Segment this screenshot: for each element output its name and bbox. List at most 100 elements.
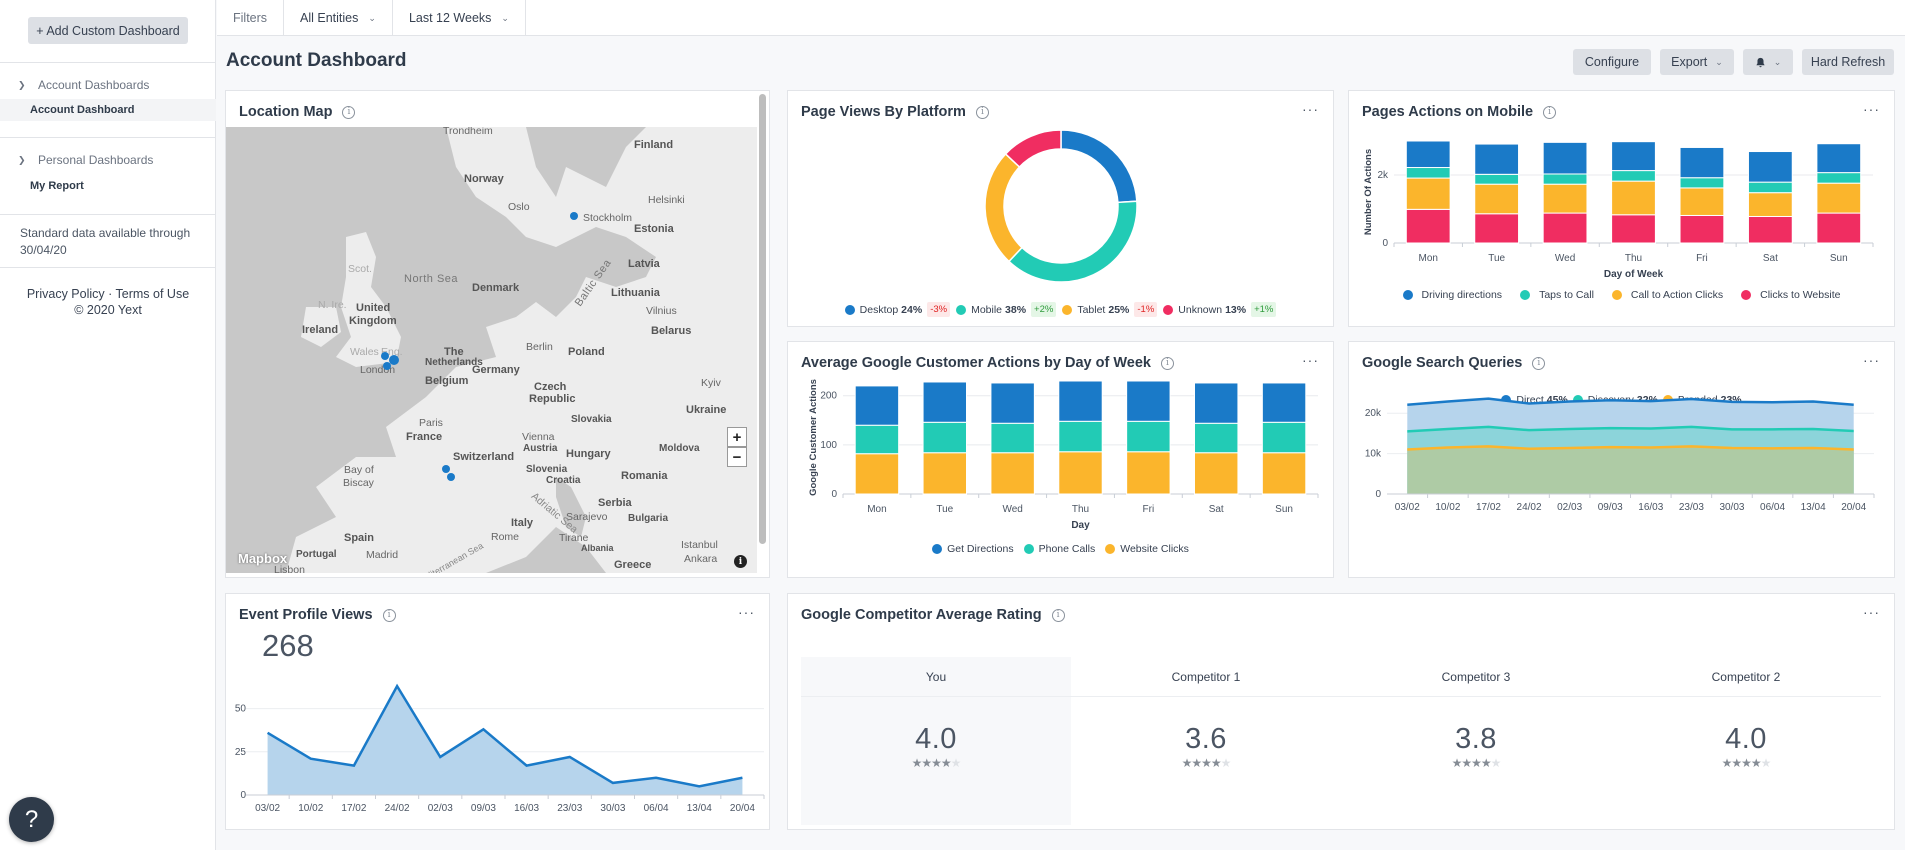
- legend-label: Phone Calls: [1038, 543, 1096, 555]
- bar-segment-get-directions: [1058, 380, 1103, 422]
- zoom-out-button[interactable]: −: [727, 447, 747, 467]
- personal-dashboards-toggle[interactable]: ❯ Personal Dashboards: [0, 148, 216, 172]
- bar-segment-taps-to-call: [1747, 181, 1793, 194]
- legend-label: Get Directions: [947, 543, 1014, 555]
- bar-segment-phone-calls: [1261, 421, 1307, 454]
- map-label: Paris: [419, 417, 443, 429]
- bell-icon: [1756, 57, 1765, 67]
- legend-item: Call to Action Clicks: [1611, 289, 1723, 301]
- map-label: Republic: [529, 393, 576, 405]
- legend-label: Taps to Call: [1539, 289, 1594, 301]
- x-tick-label: 16/03: [1638, 502, 1663, 513]
- info-icon[interactable]: i: [1051, 608, 1065, 622]
- bar-segment-taps-to-call: [1405, 167, 1451, 179]
- bar-segment-website-clicks: [1194, 452, 1239, 495]
- bar-segment-website-clicks: [990, 452, 1035, 495]
- chart-legend: Driving directions Taps to Call Call to Ac…: [1349, 289, 1894, 301]
- legend-item: Get Directions: [932, 543, 1014, 555]
- legend-dot: [956, 304, 967, 315]
- card-title: Google Competitor Average Rating i: [801, 607, 1065, 623]
- area-fill: [267, 686, 743, 795]
- star-filled-icon: ★: [931, 756, 942, 770]
- star-rating: ★★★★★: [1071, 756, 1341, 770]
- bar-segment-clicks-to-website: [1679, 214, 1725, 244]
- rating-column: You 4.0 ★★★★★: [801, 657, 1071, 825]
- star-filled-icon: ★: [1451, 756, 1463, 770]
- attribution-info-icon[interactable]: i: [734, 555, 747, 568]
- bar-segment-taps-to-call: [1679, 177, 1725, 189]
- y-tick-label: 100: [820, 440, 837, 451]
- more-options-icon[interactable]: ···: [1863, 604, 1880, 620]
- page-title: Account Dashboard: [226, 50, 407, 71]
- rating-column: Competitor 1 3.6 ★★★★★: [1071, 657, 1341, 825]
- bar-segment-driving-directions: [1542, 141, 1588, 175]
- legend-item: Unknown 13% +1%: [1163, 302, 1277, 317]
- alerts-button[interactable]: ⌄: [1743, 49, 1793, 75]
- x-tick-label: 09/03: [1598, 502, 1623, 513]
- location-pin[interactable]: [442, 465, 450, 473]
- competitor-name: Competitor 2: [1611, 657, 1881, 697]
- date-range-filter[interactable]: Last 12 Weeks ⌄: [393, 0, 526, 36]
- mapbox-logo[interactable]: Mapbox: [238, 551, 287, 566]
- x-tick-label: 09/03: [471, 803, 496, 814]
- scrollbar[interactable]: [759, 94, 766, 544]
- legend-item: Desktop 24% -3%: [844, 302, 951, 317]
- data-availability: Standard data available through 30/04/20: [0, 214, 216, 267]
- legend-label: Mobile: [971, 303, 1003, 316]
- entities-filter[interactable]: All Entities ⌄: [284, 0, 393, 36]
- group-label: Account Dashboards: [38, 78, 150, 92]
- location-pin[interactable]: [570, 212, 578, 220]
- map-label: Finland: [634, 139, 674, 151]
- x-tick-label: 13/04: [1801, 502, 1826, 513]
- bar-segment-driving-directions: [1679, 146, 1725, 179]
- star-rating: ★★★★★: [1611, 756, 1881, 770]
- configure-button[interactable]: Configure: [1573, 49, 1651, 75]
- map-label: Kingdom: [349, 315, 397, 327]
- footer-links[interactable]: Privacy Policy · Terms of Use: [0, 286, 216, 302]
- star-filled-icon: ★: [1201, 756, 1212, 770]
- x-tick-label: 06/04: [1760, 502, 1785, 513]
- legend-dot: [1062, 304, 1073, 315]
- legend-dot: [932, 544, 943, 554]
- rating-value: 3.8: [1455, 723, 1497, 755]
- location-pin[interactable]: [447, 473, 455, 481]
- sidebar-item-account-dashboard[interactable]: Account Dashboard: [0, 99, 216, 121]
- map-label: Berlin: [526, 341, 553, 353]
- map-label: Scot.: [348, 263, 372, 275]
- rating-column: Competitor 3 3.8 ★★★★★: [1341, 657, 1611, 825]
- help-button[interactable]: ?: [9, 797, 54, 842]
- location-pin[interactable]: [383, 362, 391, 370]
- info-icon[interactable]: i: [342, 105, 356, 119]
- competitor-name: You: [801, 657, 1071, 697]
- x-tick-label: Sun: [1830, 253, 1848, 264]
- chevron-down-icon: ❯: [18, 79, 26, 90]
- rating-column: Competitor 2 4.0 ★★★★★: [1611, 657, 1881, 825]
- bar-segment-clicks-to-website: [1747, 215, 1793, 244]
- map-canvas[interactable]: Trondheim Finland Norway Helsinki Oslo S…: [226, 127, 757, 573]
- sidebar-item-my-report[interactable]: My Report: [0, 175, 216, 197]
- x-tick-label: 20/04: [730, 803, 755, 814]
- zoom-in-button[interactable]: +: [727, 427, 747, 447]
- x-tick-label: 13/04: [687, 803, 712, 814]
- y-tick-label: 50: [235, 704, 247, 715]
- account-dashboards-toggle[interactable]: ❯ Account Dashboards: [0, 73, 216, 97]
- x-tick-label: 16/03: [514, 803, 539, 814]
- y-tick-label: 25: [235, 747, 247, 758]
- x-tick-label: Sun: [1275, 504, 1293, 515]
- star-filled-icon: ★: [1750, 756, 1762, 770]
- bar-segment-taps-to-call: [1542, 173, 1588, 185]
- hard-refresh-button[interactable]: Hard Refresh: [1802, 49, 1894, 75]
- competitor-rating-card: Google Competitor Average Rating i ··· Yo…: [787, 593, 1895, 830]
- add-custom-dashboard-button[interactable]: + Add Custom Dashboard: [28, 17, 188, 44]
- map-label: Croatia: [546, 475, 581, 486]
- bar-segment-clicks-to-website: [1405, 208, 1451, 244]
- map-label: Denmark: [472, 282, 520, 294]
- bar-segment-call-to-action-clicks: [1747, 192, 1793, 217]
- location-pin[interactable]: [381, 352, 389, 360]
- map-label: Greece: [614, 559, 652, 571]
- map-label: Ankara: [684, 553, 718, 565]
- star-filled-icon: ★: [1191, 756, 1202, 770]
- export-button[interactable]: Export ⌄: [1660, 49, 1734, 75]
- star-rating: ★★★★★: [1341, 756, 1611, 770]
- legend-dot: [1105, 544, 1116, 554]
